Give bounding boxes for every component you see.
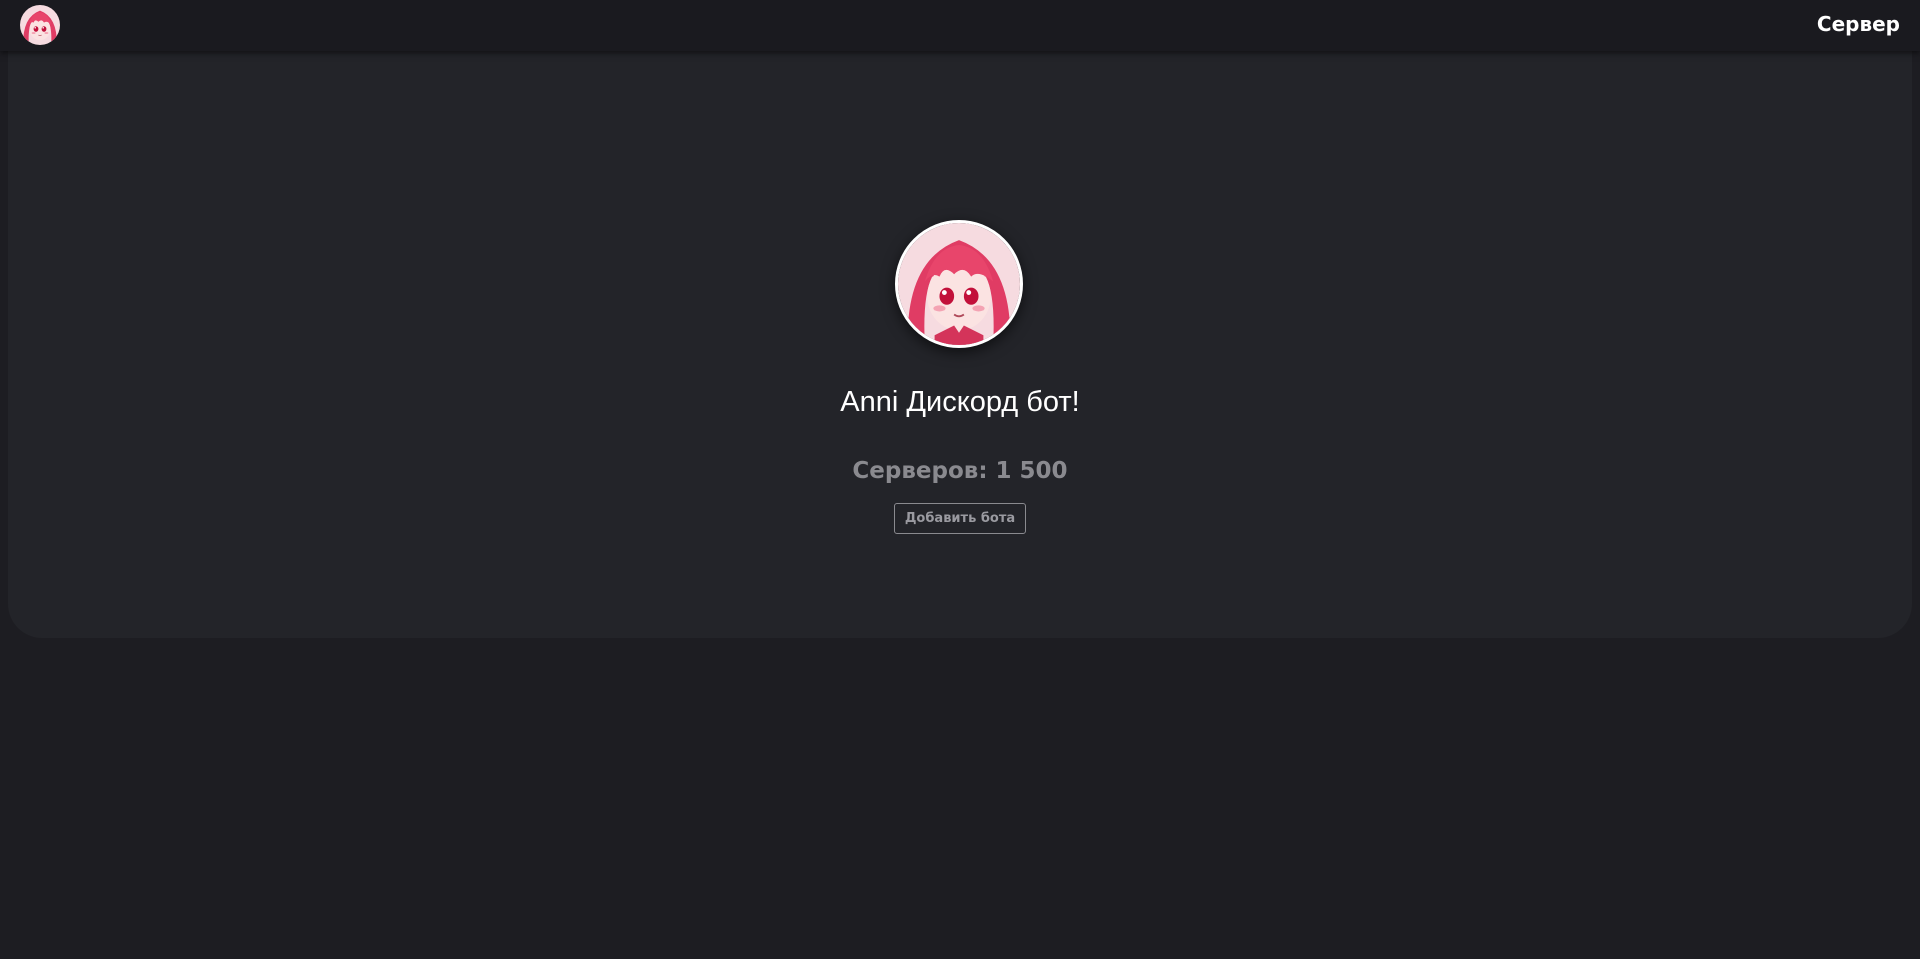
server-count: Серверов: 1 500 (852, 458, 1068, 484)
bot-avatar-large-icon (895, 220, 1023, 348)
add-bot-button[interactable]: Добавить бота (894, 503, 1026, 534)
server-link[interactable]: Сервер (1817, 12, 1900, 36)
bot-avatar-icon[interactable] (20, 5, 60, 45)
top-navbar: Сервер (0, 0, 1920, 51)
page-title: Anni Дискорд бот! (840, 386, 1080, 418)
